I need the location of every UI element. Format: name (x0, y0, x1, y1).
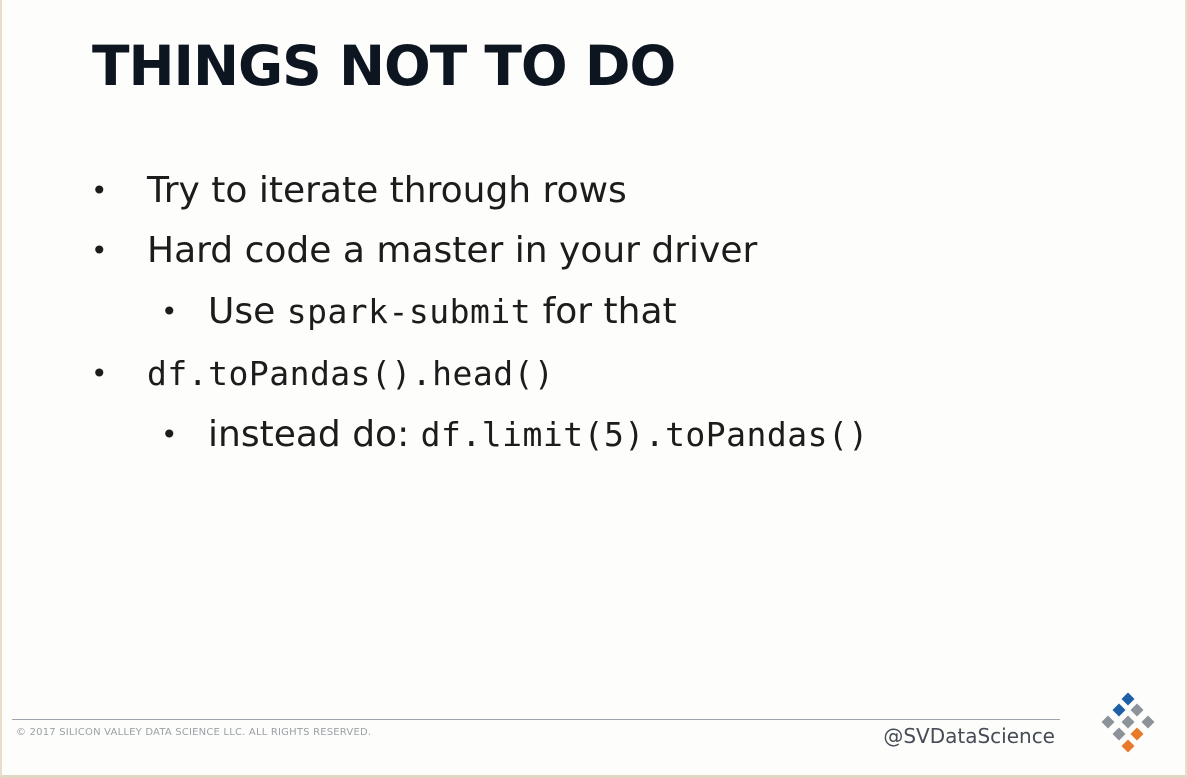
bullet-icon: • (91, 234, 108, 267)
logo-diamond-cell (1121, 739, 1135, 753)
bullet-code: df.limit(5).toPandas() (420, 415, 869, 454)
footer-divider (12, 719, 1060, 720)
bullet-list: • Try to iterate through rows • Hard cod… (2, 0, 1185, 775)
copyright-notice: © 2017 SILICON VALLEY DATA SCIENCE LLC. … (16, 727, 372, 738)
sub-bullet-item: • Use spark-submit for that (161, 290, 677, 334)
slide: THINGS NOT TO DO • Try to iterate throug… (0, 0, 1187, 778)
logo-diamond-cell (1121, 715, 1135, 729)
logo-diamond-cell (1121, 692, 1135, 706)
bullet-code: spark-submit (286, 292, 532, 331)
sub-bullet-item: • instead do: df.limit(5).toPandas() (161, 413, 869, 457)
logo-diamond-cell (1130, 703, 1144, 717)
bullet-text-suffix: for that (531, 291, 677, 332)
logo-diamond-cell (1130, 727, 1144, 741)
bullet-item: • Try to iterate through rows (91, 169, 627, 213)
bullet-icon: • (91, 174, 108, 207)
logo-diamond-cell (1101, 715, 1115, 729)
bullet-text: Try to iterate through rows (147, 170, 627, 211)
bullet-text-prefix: instead do: (208, 414, 421, 455)
bullet-icon: • (161, 295, 178, 328)
bullet-item: • Hard code a master in your driver (91, 229, 758, 273)
bullet-code: df.toPandas().head() (147, 354, 555, 393)
twitter-handle: @SVDataScience (883, 724, 1055, 748)
bullet-text-prefix: Use (208, 291, 287, 332)
logo-diamond-cell (1112, 727, 1126, 741)
logo-diamond-cell (1141, 715, 1155, 729)
svds-diamond-logo-icon (1101, 692, 1155, 753)
logo-diamond-cell (1112, 703, 1126, 717)
bullet-item: • df.toPandas().head() (91, 352, 555, 396)
bullet-text: Hard code a master in your driver (147, 230, 758, 271)
bullet-icon: • (161, 418, 178, 451)
bullet-icon: • (91, 357, 108, 390)
